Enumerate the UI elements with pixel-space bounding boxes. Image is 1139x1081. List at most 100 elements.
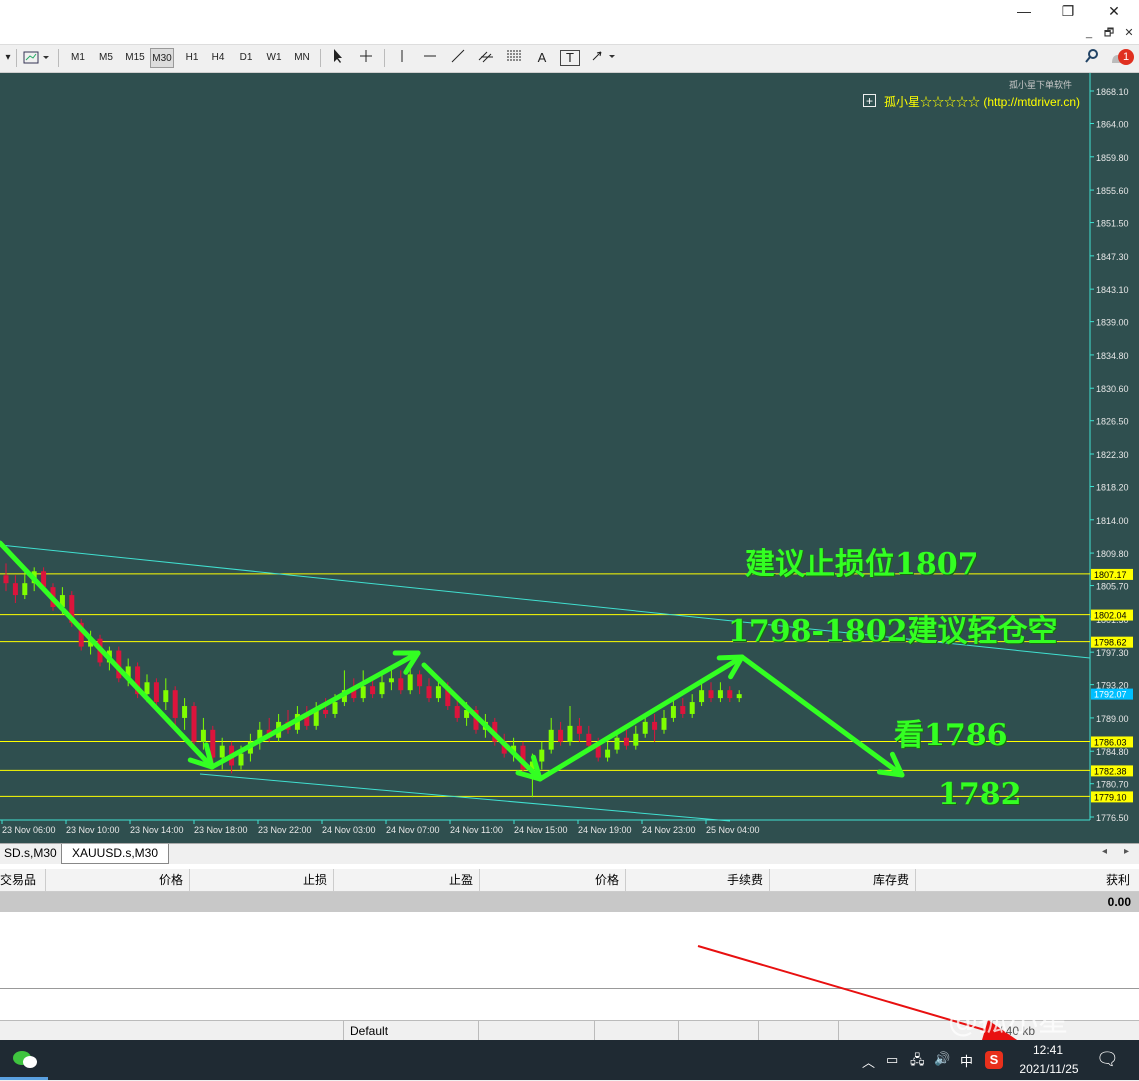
wechat-taskbar-button[interactable] [0,1040,48,1080]
price-tick-label: 1864.00 [1096,119,1129,129]
price-chart[interactable]: 1868.10 1864.00 1859.80 1855.60 1851.50 1847.… [0,73,1139,843]
search-icon[interactable] [1082,48,1102,68]
col-profit[interactable]: 获利 [916,869,1136,891]
price-tick-label: 1780.70 [1096,780,1129,790]
mdi-minimize-button[interactable]: _ [1080,24,1098,42]
status-cell [478,1021,595,1041]
close-button[interactable]: ✕ [1096,0,1132,22]
price-tick-label: 1868.10 [1096,87,1129,97]
vertical-line-icon[interactable] [392,48,412,68]
tab-xauusd[interactable]: XAUUSD.s,M30 [61,844,170,864]
timeframe-w1-button[interactable]: W1 [262,48,286,68]
timeframe-h1-button[interactable]: H1 [180,48,204,68]
candle-body [689,702,695,714]
taskbar: ︿ ▭ 🖧 🔊 中 S 12:41 2021/11/25 🗨 [0,1040,1139,1080]
status-cell [594,1021,681,1041]
col-price[interactable]: 价格 [46,869,190,891]
cursor-icon[interactable] [328,48,348,68]
notification-icon[interactable]: 1 [1108,49,1136,69]
time-tick-label: 23 Nov 22:00 [258,825,312,835]
time-tick-label: 24 Nov 19:00 [578,825,632,835]
toolbar-separator [384,49,385,67]
chart-watermark: 孤小星☆☆☆☆☆ (http://mtdriver.cn) [884,95,1081,109]
price-tick-label: 1830.60 [1096,384,1129,394]
timeframe-m15-button[interactable]: M15 [122,48,148,68]
col-swap[interactable]: 库存费 [770,869,916,891]
col-symbol[interactable]: 交易品种 [0,869,46,909]
tab-scroll-left-icon[interactable]: ◂ [1102,846,1107,857]
notification-center-icon[interactable]: 🗨 [1096,1049,1119,1070]
clock-date[interactable]: 2021/11/25 [1014,1062,1084,1076]
network-icon[interactable]: 🖧 [910,1051,925,1073]
candle-body [661,717,667,730]
short-zone-annotation: 1798-1802建议轻仓空 [728,614,1058,649]
dropdown-arrow-icon[interactable]: ▾ [2,48,14,68]
text-label-icon[interactable]: T [560,50,580,66]
expand-plus-icon[interactable]: + [863,94,876,107]
sogou-ime-icon[interactable]: S [985,1051,1003,1069]
price-tick-label: 1818.20 [1096,482,1129,492]
price-tick-label: 1809.80 [1096,549,1129,559]
col-stoploss[interactable]: 止损 [190,869,334,891]
price-tick-label: 1784.80 [1096,747,1129,757]
timeframe-m30-button[interactable]: M30 [150,48,174,68]
candle-body [670,706,676,718]
price-tick-label: 1805.70 [1096,582,1129,592]
col-price-current[interactable]: 价格 [480,869,626,891]
candle-body [182,706,188,718]
equidistant-channel-icon[interactable] [476,48,496,68]
price-tick-label: 1814.00 [1096,516,1129,526]
chart-type-icon[interactable] [20,48,52,68]
terminal-total-row: 0.00 [0,892,1139,912]
analysis-arrow-line [421,662,543,782]
horizontal-line-icon[interactable] [420,48,440,68]
timeframe-mn-button[interactable]: MN [290,48,314,68]
level-price-label: 1782.38 [1094,766,1127,776]
col-commission[interactable]: 手续费 [626,869,770,891]
volume-icon[interactable]: 🔊 [934,1051,950,1067]
timeframe-d1-button[interactable]: D1 [234,48,258,68]
time-tick-label: 23 Nov 10:00 [66,825,120,835]
clock-time[interactable]: 12:41 [1016,1043,1080,1057]
col-takeprofit[interactable]: 止盈 [334,869,480,891]
candle-body [642,721,648,734]
text-tool-icon[interactable]: A [532,48,552,68]
candle-body [172,690,178,718]
battery-icon[interactable]: ▭ [886,1052,898,1068]
fibonacci-icon[interactable] [504,48,524,68]
crosshair-icon[interactable] [356,48,376,68]
candle-body [539,749,545,762]
candle-body [210,729,216,758]
candle-body [323,710,329,714]
tray-chevron-icon[interactable]: ︿ [862,1052,875,1071]
candle-body [454,706,460,718]
candle-body [567,725,573,742]
time-tick-label: 24 Nov 03:00 [322,825,376,835]
minimize-button[interactable]: — [1006,0,1042,22]
time-tick-label: 24 Nov 07:00 [386,825,440,835]
arrows-shapes-icon[interactable] [588,48,620,68]
analysis-arrow-line [739,654,905,778]
candle-body [417,674,423,687]
tab-scroll-right-icon[interactable]: ▸ [1124,846,1129,857]
trendline-icon[interactable] [448,48,468,68]
candle-body [736,694,742,699]
notification-badge: 1 [1118,49,1134,65]
stop-loss-annotation: 建议止损位1807 [745,547,979,582]
ime-indicator[interactable]: 中 [960,1051,973,1070]
candle-body [435,686,441,699]
tab-sd[interactable]: SD.s,M30 [0,844,67,863]
candle-body [576,725,582,734]
timeframe-h4-button[interactable]: H4 [206,48,230,68]
target1-annotation: 看1786 [894,718,1008,753]
level-price-label: 1779.10 [1094,792,1127,802]
candle-body [3,575,9,584]
price-tick-label: 1826.50 [1096,417,1129,427]
candle-body [699,690,705,703]
restore-button[interactable]: ❐ [1050,0,1086,22]
candle-body [388,678,394,683]
timeframe-m1-button[interactable]: M1 [66,48,90,68]
mdi-close-button[interactable]: ✕ [1120,24,1138,42]
timeframe-m5-button[interactable]: M5 [94,48,118,68]
mdi-restore-button[interactable]: 🗗 [1100,24,1118,42]
